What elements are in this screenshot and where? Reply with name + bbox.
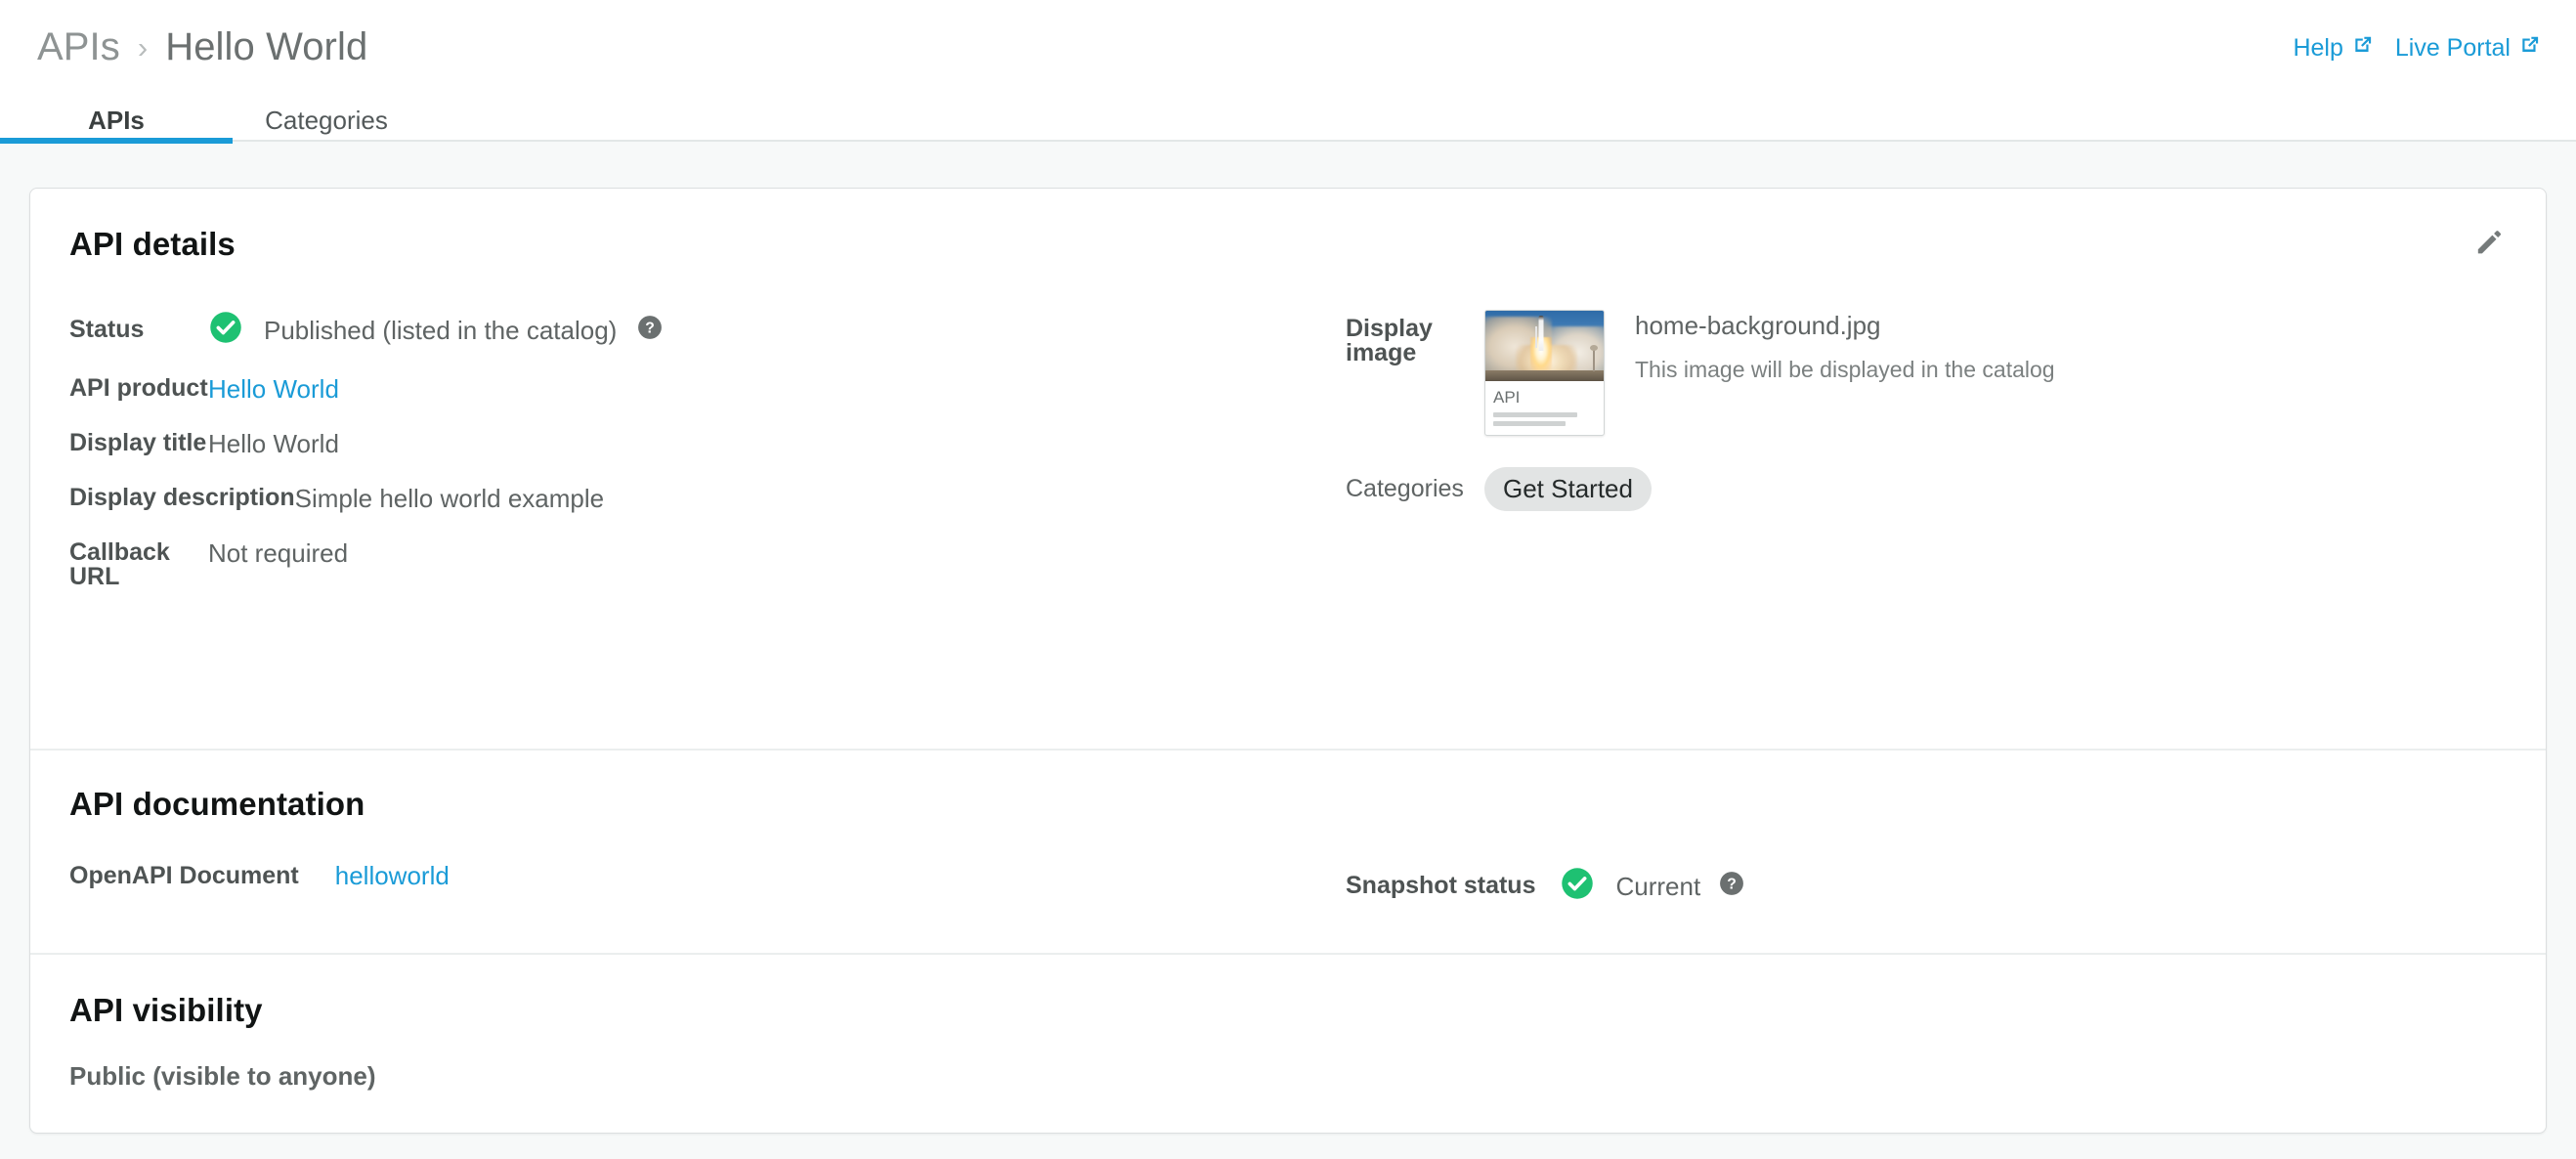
live-portal-link[interactable]: Live Portal <box>2395 33 2541 63</box>
label-api-product: API product <box>69 374 208 402</box>
pencil-icon <box>2471 227 2505 265</box>
label-snapshot-status: Snapshot status <box>1346 872 1536 899</box>
label-display-description: Display description <box>69 484 295 511</box>
external-link-icon <box>2518 33 2541 63</box>
row-display-title: Display title Hello World <box>69 429 1223 458</box>
row-status: Status Published (listed in the catalog) <box>69 310 1223 350</box>
row-snapshot-status: Snapshot status Current ? <box>1346 866 1744 906</box>
label-callback-url: Callback URL <box>69 538 170 590</box>
label-display-image: Display image <box>1346 315 1433 366</box>
api-detail-card: API details Status Published (listed in … <box>29 188 2547 1134</box>
check-circle-icon <box>1560 866 1595 906</box>
section-api-visibility: API visibility Public (visible to anyone… <box>30 953 2546 1133</box>
details-right-column: Display image API home-background.jpg Th… <box>1346 310 2499 511</box>
display-image-thumbnail[interactable]: API <box>1484 310 1605 436</box>
tab-categories-label: Categories <box>265 106 388 135</box>
edit-button[interactable] <box>2467 224 2510 267</box>
tab-apis-label: APIs <box>88 106 145 135</box>
rocket-booster <box>1534 326 1537 348</box>
breadcrumb-link-apis[interactable]: APIs <box>37 25 120 69</box>
live-portal-link-label: Live Portal <box>2394 33 2511 62</box>
row-api-product: API product Hello World <box>69 374 1223 403</box>
help-circle-icon[interactable]: ? <box>637 315 663 345</box>
openapi-document-link[interactable]: helloworld <box>335 863 450 888</box>
rocket-launch-image <box>1485 311 1604 381</box>
display-image-hint: This image will be displayed in the cata… <box>1635 357 2055 382</box>
row-display-image: Display image API home-background.jpg Th… <box>1346 310 2499 436</box>
header-links: Help Live Portal <box>2293 33 2541 63</box>
check-circle-icon <box>208 310 243 350</box>
label-status: Status <box>69 316 145 343</box>
placeholder-bar <box>1493 412 1577 417</box>
launch-tower <box>1590 345 1598 371</box>
status-value-group: Published (listed in the catalog) ? <box>208 310 663 350</box>
label-openapi-document: OpenAPI Document <box>69 861 299 889</box>
api-product-link[interactable]: Hello World <box>208 376 339 402</box>
display-image-filename: home-background.jpg <box>1635 311 1881 340</box>
breadcrumb-separator-icon: › <box>137 30 149 64</box>
row-display-description: Display description Simple hello world e… <box>69 484 1223 513</box>
section-title-api-documentation: API documentation <box>69 786 365 822</box>
external-link-icon <box>2351 33 2374 63</box>
help-link[interactable]: Help <box>2293 33 2373 63</box>
section-title-api-visibility: API visibility <box>69 992 263 1028</box>
section-title-api-details: API details <box>69 226 236 262</box>
help-link-label: Help <box>2293 33 2343 62</box>
row-callback-url: Callback URL Not required <box>69 540 1223 589</box>
row-openapi-document: OpenAPI Document helloworld <box>69 863 450 888</box>
display-image-meta: home-background.jpg This image will be d… <box>1635 310 2055 381</box>
svg-text:?: ? <box>646 321 656 337</box>
page-root: APIs › Hello World Help Live Portal APIs… <box>0 0 2576 1159</box>
documentation-columns: OpenAPI Document helloworld Snapshot sta… <box>30 823 2546 911</box>
tab-bar: APIs Categories <box>0 106 2576 144</box>
placeholder-bar <box>1493 421 1566 426</box>
category-chip-get-started[interactable]: Get Started <box>1484 467 1652 511</box>
label-display-title: Display title <box>69 429 207 456</box>
page-header: APIs › Hello World Help Live Portal APIs… <box>0 0 2576 144</box>
snapshot-status-text: Current <box>1615 871 1701 901</box>
help-circle-icon[interactable]: ? <box>1719 871 1744 901</box>
api-visibility-value: Public (visible to anyone) <box>69 1061 376 1091</box>
ground-layer <box>1485 370 1604 381</box>
status-text: Published (listed in the catalog) <box>264 315 618 345</box>
section-api-details: API details Status Published (listed in … <box>30 189 2546 749</box>
display-description-value: Simple hello world example <box>294 484 605 513</box>
rocket-body <box>1538 316 1544 351</box>
row-categories: Categories Get Started <box>1346 467 2499 511</box>
thumbnail-body: API <box>1485 381 1604 426</box>
breadcrumb: APIs › Hello World <box>37 25 367 69</box>
label-categories: Categories <box>1346 475 1464 502</box>
callback-url-value: Not required <box>208 538 349 568</box>
thumbnail-caption: API <box>1493 388 1521 407</box>
breadcrumb-current-hello-world: Hello World <box>165 25 368 68</box>
display-title-value: Hello World <box>208 429 339 458</box>
section-api-documentation: API documentation OpenAPI Document hello… <box>30 749 2546 953</box>
tab-apis[interactable]: APIs <box>0 106 233 144</box>
tab-categories[interactable]: Categories <box>238 106 414 142</box>
svg-text:?: ? <box>1727 877 1737 893</box>
details-left-column: Status Published (listed in the catalog) <box>69 310 1223 589</box>
